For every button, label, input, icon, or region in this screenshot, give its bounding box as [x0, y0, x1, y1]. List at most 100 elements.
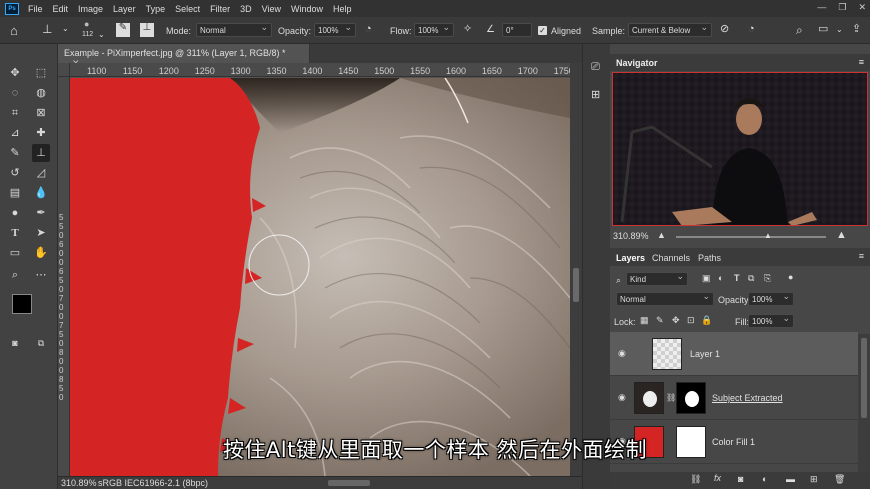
- filter-toggle-icon[interactable]: ●: [788, 272, 793, 282]
- gradient-tool-icon[interactable]: ▤: [6, 184, 24, 202]
- menu-3d[interactable]: 3D: [235, 4, 257, 14]
- crop-tool-icon[interactable]: ⌗: [6, 104, 24, 122]
- filter-type-icon[interactable]: T: [734, 273, 740, 283]
- blend-mode-select[interactable]: Normal: [616, 291, 714, 306]
- brush-tool-icon[interactable]: ✎: [6, 144, 24, 162]
- new-layer-icon[interactable]: ⊞: [810, 474, 818, 485]
- angle-field[interactable]: 0°: [502, 23, 532, 37]
- status-zoom[interactable]: 310.89%: [61, 478, 97, 488]
- visibility-eye-icon[interactable]: ◉: [618, 392, 626, 403]
- layer-opacity-field[interactable]: 100%: [748, 291, 794, 306]
- ignore-adjustment-icon[interactable]: ⊘: [720, 24, 729, 35]
- menu-filter[interactable]: Filter: [205, 4, 235, 14]
- menu-help[interactable]: Help: [328, 4, 357, 14]
- pressure-opacity-icon[interactable]: ◔: [365, 24, 372, 35]
- home-icon[interactable]: ⌂: [10, 24, 18, 37]
- horizontal-scroll-thumb[interactable]: [328, 480, 370, 486]
- brush-size-value[interactable]: 112: [82, 31, 93, 38]
- layer-name[interactable]: Subject Extracted: [712, 393, 783, 403]
- clone-stamp-preset-icon[interactable]: ⊥: [42, 23, 52, 35]
- properties-panel-icon[interactable]: ⊞: [591, 90, 600, 101]
- screen-mode-icon[interactable]: ⧉: [32, 334, 50, 352]
- menu-layer[interactable]: Layer: [108, 4, 141, 14]
- history-panel-icon[interactable]: ⎚: [591, 62, 600, 73]
- tab-paths[interactable]: Paths: [698, 253, 721, 263]
- visibility-eye-icon[interactable]: ◉: [618, 348, 626, 359]
- layers-scrollbar[interactable]: [858, 334, 870, 472]
- chevron-down-icon[interactable]: ⌄: [98, 31, 105, 39]
- history-brush-tool-icon[interactable]: ↺: [6, 164, 24, 182]
- menu-edit[interactable]: Edit: [48, 4, 74, 14]
- layer-name[interactable]: Color Fill 1: [712, 437, 755, 447]
- add-mask-icon[interactable]: ◙: [738, 474, 743, 484]
- quick-mask-icon[interactable]: ◙: [6, 334, 24, 352]
- close-icon[interactable]: ✕: [858, 2, 866, 13]
- zoom-slider-handle[interactable]: ▲: [764, 231, 772, 240]
- zoom-in-icon[interactable]: ▲: [836, 229, 847, 241]
- lock-artboard-icon[interactable]: ⊡: [687, 315, 695, 326]
- eraser-tool-icon[interactable]: ◿: [32, 164, 50, 182]
- adjustment-layer-icon[interactable]: ◐: [762, 474, 767, 484]
- zoom-slider-track[interactable]: [676, 236, 826, 238]
- frame-tool-icon[interactable]: ⊠: [32, 104, 50, 122]
- pressure-size-icon[interactable]: ◔: [748, 24, 755, 35]
- layer-row-subject-extracted[interactable]: ◉ ⛓ Subject Extracted: [610, 376, 858, 420]
- menu-window[interactable]: Window: [286, 4, 328, 14]
- chevron-down-icon[interactable]: ⌄: [836, 26, 843, 34]
- healing-tool-icon[interactable]: ✚: [32, 124, 50, 142]
- dodge-tool-icon[interactable]: ●: [6, 204, 24, 222]
- eyedropper-tool-icon[interactable]: ⊿: [6, 124, 24, 142]
- lock-pixels-icon[interactable]: ✎: [656, 315, 664, 326]
- menu-select[interactable]: Select: [170, 4, 205, 14]
- mode-select[interactable]: Normal: [196, 22, 272, 37]
- navigator-zoom-value[interactable]: 310.89%: [613, 231, 649, 241]
- fx-icon[interactable]: fx: [714, 473, 721, 483]
- zoom-out-icon[interactable]: ▲: [657, 230, 666, 240]
- path-select-tool-icon[interactable]: ➤: [32, 224, 50, 242]
- filter-adjustment-icon[interactable]: ◐: [718, 273, 723, 283]
- type-tool-icon[interactable]: T: [6, 224, 24, 242]
- hand-tool-icon[interactable]: ✋: [32, 244, 50, 262]
- fill-field[interactable]: 100%: [748, 313, 794, 328]
- kind-select[interactable]: Kind: [626, 271, 688, 286]
- menu-file[interactable]: File: [23, 4, 48, 14]
- scroll-thumb[interactable]: [573, 268, 579, 302]
- zoom-tool-icon[interactable]: ⌕: [6, 266, 24, 284]
- link-icon[interactable]: ⛓: [666, 393, 676, 402]
- layer-mask-thumbnail[interactable]: [676, 382, 706, 414]
- foreground-color-swatch[interactable]: [12, 294, 32, 314]
- pen-tool-icon[interactable]: ✒: [32, 204, 50, 222]
- tab-layers[interactable]: Layers: [616, 253, 645, 263]
- marquee-tool-icon[interactable]: ⬚: [32, 64, 50, 82]
- restore-icon[interactable]: ❐: [838, 2, 846, 13]
- menu-type[interactable]: Type: [141, 4, 171, 14]
- filter-pixel-icon[interactable]: ▣: [702, 273, 711, 284]
- airbrush-icon[interactable]: ✧: [463, 24, 472, 35]
- search-icon[interactable]: ⌕: [796, 24, 803, 36]
- flow-field[interactable]: 100%: [414, 22, 454, 37]
- filter-smart-icon[interactable]: ⎘: [764, 273, 771, 284]
- menu-image[interactable]: Image: [73, 4, 108, 14]
- blur-tool-icon[interactable]: 💧: [32, 184, 50, 202]
- sample-select[interactable]: Current & Below: [628, 22, 712, 37]
- new-group-icon[interactable]: ▬: [786, 474, 795, 484]
- quick-select-tool-icon[interactable]: ◍: [32, 84, 50, 102]
- lasso-tool-icon[interactable]: ◌: [6, 84, 24, 102]
- panel-menu-icon[interactable]: ≡: [859, 251, 864, 261]
- clone-stamp-tool-icon[interactable]: ⊥: [32, 144, 50, 162]
- filter-shape-icon[interactable]: ⧉: [748, 273, 754, 284]
- image-canvas[interactable]: [70, 78, 570, 476]
- opacity-field[interactable]: 100%: [314, 22, 356, 37]
- share-icon[interactable]: ⇪: [852, 24, 861, 35]
- navigator-title[interactable]: Navigator: [616, 58, 658, 68]
- vertical-scrollbar[interactable]: [570, 63, 582, 476]
- workspace-icon[interactable]: ▭: [818, 24, 828, 35]
- brush-settings-icon[interactable]: ✎: [116, 23, 130, 37]
- aligned-checkbox[interactable]: ✓: [538, 26, 547, 35]
- clone-source-icon[interactable]: ⊥: [140, 23, 154, 37]
- navigator-preview[interactable]: [612, 72, 868, 226]
- link-layers-icon[interactable]: ⛓: [690, 474, 701, 485]
- move-tool-icon[interactable]: ✥: [6, 64, 24, 82]
- chevron-down-icon[interactable]: ⌄: [62, 25, 69, 33]
- lock-position-icon[interactable]: ✥: [672, 315, 680, 326]
